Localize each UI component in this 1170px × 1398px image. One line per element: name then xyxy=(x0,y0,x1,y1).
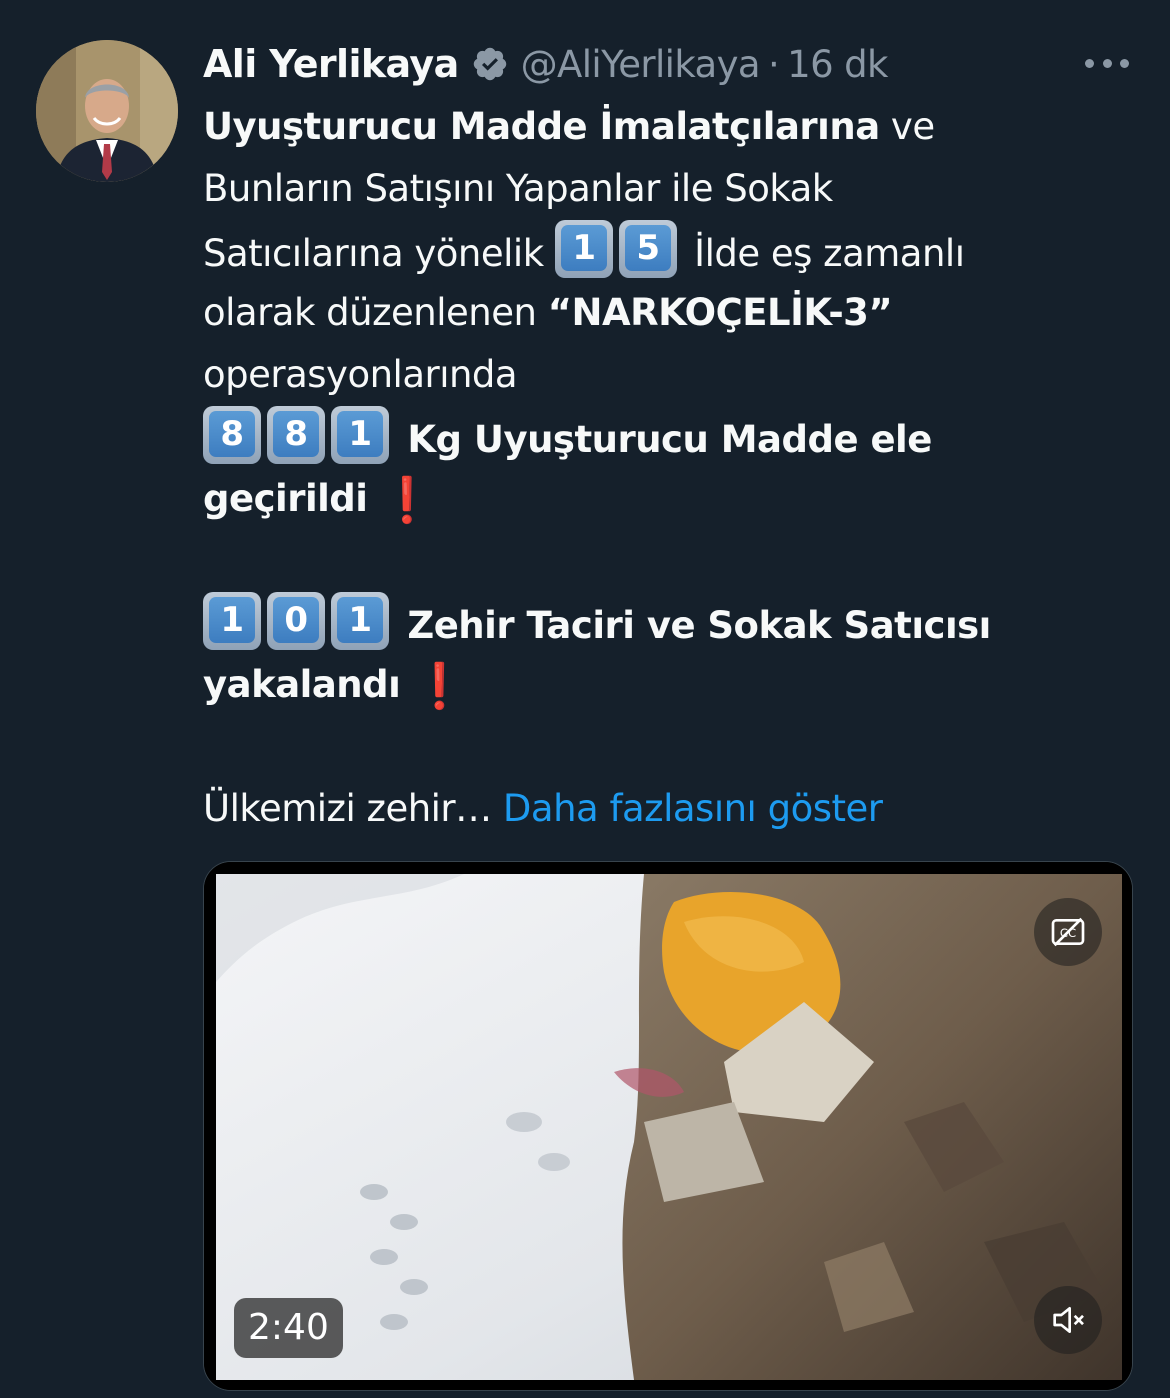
tweet-timestamp[interactable]: 16 dk xyxy=(787,43,888,86)
bold-text: Zehir Taciri ve Sokak Satıcısı xyxy=(395,604,991,647)
keycap-digit: 8 xyxy=(273,411,319,457)
muted-speaker-icon xyxy=(1053,1307,1084,1333)
bold-text: geçirildi xyxy=(203,477,368,520)
header-separator: · xyxy=(767,42,780,86)
tweet-line-7: geçirildi ❗ xyxy=(203,468,1123,530)
tweet-text: Uyuşturucu Madde İmalatçılarına ve Bunla… xyxy=(203,96,1123,840)
keycap-digit: 1 xyxy=(560,225,607,271)
avatar-image xyxy=(36,40,178,182)
captions-off-icon: CC xyxy=(1051,917,1085,947)
video-frame xyxy=(204,862,1132,1390)
exclamation-emoji: ❗ xyxy=(412,661,467,712)
video-duration: 2:40 xyxy=(234,1298,343,1358)
keycap-digit: 0 xyxy=(273,597,319,643)
tweet-header: Ali Yerlikaya @AliYerlikaya · 16 dk xyxy=(203,38,888,90)
operation-name: “NARKOÇELİK-3” xyxy=(547,291,893,334)
video-player[interactable]: CC 2:40 xyxy=(203,861,1133,1391)
keycap-digit-emoji: 0 xyxy=(267,592,325,650)
keycap-digit: 1 xyxy=(209,597,255,643)
keycap-digit-emoji: 1 xyxy=(331,406,389,464)
author-avatar[interactable] xyxy=(36,40,178,182)
bold-text: Kg Uyuşturucu Madde ele xyxy=(395,418,932,461)
tweet-line-5: operasyonlarında xyxy=(203,353,518,396)
keycap-digit: 8 xyxy=(209,411,255,457)
keycap-digit-emoji: 1 xyxy=(554,220,613,278)
keycap-digit-emoji: 1 xyxy=(331,592,389,650)
author-handle[interactable]: @AliYerlikaya xyxy=(521,43,761,86)
bold-text: yakalandı xyxy=(203,663,401,706)
captions-off-button[interactable]: CC xyxy=(1034,898,1102,966)
exclamation-emoji: ❗ xyxy=(379,475,434,526)
more-options-icon[interactable] xyxy=(1085,48,1129,78)
keycap-digit: 1 xyxy=(337,411,383,457)
keycap-digit-emoji: 8 xyxy=(267,406,325,464)
keycap-digit: 5 xyxy=(624,225,671,271)
unmute-button[interactable] xyxy=(1034,1286,1102,1354)
tweet-line-3: Satıcılarına yönelik 15 İlde eş zamanlı xyxy=(203,220,1123,282)
plain-text: olarak düzenlenen xyxy=(203,291,548,334)
keycap-digit-emoji: 1 xyxy=(203,592,261,650)
tweet-line-2: Bunların Satışını Yapanlar ile Sokak xyxy=(203,167,833,210)
truncated-text: Ülkemizi zehir… xyxy=(203,787,492,830)
keycap-digit-emoji: 5 xyxy=(618,220,677,278)
keycap-digit: 1 xyxy=(337,597,383,643)
tweet-line-4: olarak düzenlenen “NARKOÇELİK-3” xyxy=(203,282,1123,344)
tweet-line-9: yakalandı ❗ xyxy=(203,654,1123,716)
plain-text: Satıcılarına yönelik xyxy=(203,232,555,275)
bold-text: Uyuşturucu Madde İmalatçılarına xyxy=(203,105,880,148)
keycap-digit-emoji: 8 xyxy=(203,406,261,464)
plain-text: İlde eş zamanlı xyxy=(682,232,965,275)
tweet-line-6: 881 Kg Uyuşturucu Madde ele xyxy=(203,406,1123,468)
tweet-line-10: Ülkemizi zehir… Daha fazlasını göster xyxy=(203,778,1123,840)
verified-badge-icon[interactable] xyxy=(471,45,509,83)
tweet-line-1: Uyuşturucu Madde İmalatçılarına ve xyxy=(203,96,1123,158)
author-name[interactable]: Ali Yerlikaya xyxy=(203,42,459,86)
plain-text: ve xyxy=(879,105,935,148)
tweet-line-8: 101 Zehir Taciri ve Sokak Satıcısı xyxy=(203,592,1123,654)
show-more-link[interactable]: Daha fazlasını göster xyxy=(503,787,883,830)
